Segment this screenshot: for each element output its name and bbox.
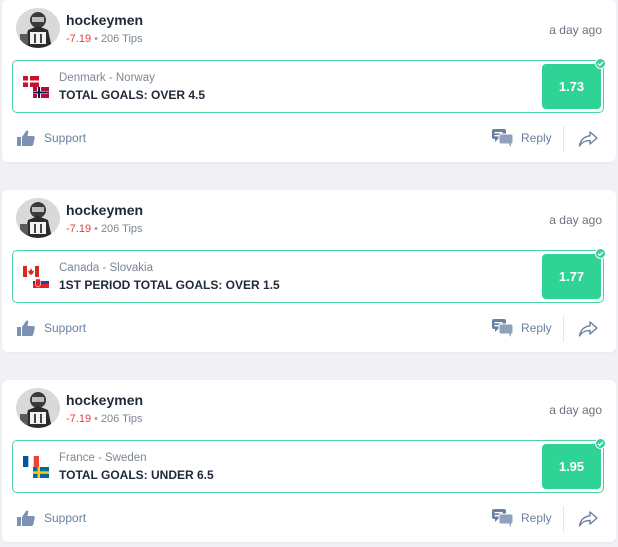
action-divider bbox=[563, 126, 564, 152]
support-label: Support bbox=[44, 511, 87, 525]
match-name: Canada - Slovakia bbox=[59, 262, 153, 274]
flag-sweden-icon bbox=[33, 467, 49, 478]
share-icon[interactable] bbox=[578, 510, 598, 528]
support-label: Support bbox=[44, 131, 87, 145]
tips-count: 206 Tips bbox=[100, 223, 143, 235]
flag-france-icon bbox=[23, 456, 39, 467]
stats-separator: • bbox=[94, 223, 98, 235]
reply-icon bbox=[492, 129, 514, 147]
author-stats: -7.19 • 206 Tips bbox=[66, 413, 143, 425]
flag-denmark-icon bbox=[23, 76, 39, 87]
stats-separator: • bbox=[94, 33, 98, 45]
tip-card: hockeymen -7.19 • 206 Tips a day ago Franc… bbox=[2, 380, 616, 542]
avatar[interactable] bbox=[16, 198, 60, 238]
pick-box[interactable]: Canada - Slovakia 1ST PERIOD TOTAL GOALS… bbox=[12, 248, 606, 303]
match-name: France - Sweden bbox=[59, 452, 147, 464]
match-name: Denmark - Norway bbox=[59, 72, 155, 84]
thumbs-up-icon bbox=[17, 510, 35, 526]
support-button[interactable]: Support bbox=[16, 318, 86, 338]
post-time: a day ago bbox=[549, 213, 602, 227]
pick-box[interactable]: Denmark - Norway TOTAL GOALS: OVER 4.5 1… bbox=[12, 58, 606, 113]
reply-button[interactable]: Reply bbox=[492, 508, 552, 528]
check-icon bbox=[595, 438, 606, 449]
tip-card: hockeymen -7.19 • 206 Tips a day ago Denma… bbox=[2, 0, 616, 162]
reply-button[interactable]: Reply bbox=[492, 318, 552, 338]
odds-button[interactable]: 1.77 bbox=[542, 254, 601, 299]
avatar[interactable] bbox=[16, 388, 60, 428]
odds-button[interactable]: 1.95 bbox=[542, 444, 601, 489]
profit-value: -7.19 bbox=[66, 413, 92, 425]
check-icon bbox=[595, 248, 606, 259]
support-label: Support bbox=[44, 321, 87, 335]
avatar-image bbox=[16, 8, 60, 48]
match-flags bbox=[23, 266, 49, 288]
match-flags bbox=[23, 456, 49, 478]
action-divider bbox=[563, 316, 564, 342]
stats-separator: • bbox=[94, 413, 98, 425]
author-name[interactable]: hockeymen bbox=[66, 202, 143, 218]
author-name[interactable]: hockeymen bbox=[66, 12, 143, 28]
avatar[interactable] bbox=[16, 8, 60, 48]
post-time: a day ago bbox=[549, 23, 602, 37]
avatar-image bbox=[16, 388, 60, 428]
reply-button[interactable]: Reply bbox=[492, 128, 552, 148]
flag-canada-icon bbox=[23, 266, 39, 277]
market-name: 1ST PERIOD TOTAL GOALS: OVER 1.5 bbox=[59, 278, 280, 292]
thumbs-up-icon bbox=[17, 320, 35, 336]
share-icon[interactable] bbox=[578, 130, 598, 148]
support-button[interactable]: Support bbox=[16, 508, 86, 528]
tips-count: 206 Tips bbox=[100, 413, 143, 425]
support-button[interactable]: Support bbox=[16, 128, 86, 148]
thumbs-up-icon bbox=[17, 130, 35, 146]
reply-label: Reply bbox=[521, 321, 552, 335]
reply-icon bbox=[492, 509, 514, 527]
share-icon[interactable] bbox=[578, 320, 598, 338]
action-divider bbox=[563, 506, 564, 532]
market-name: TOTAL GOALS: UNDER 6.5 bbox=[59, 468, 214, 482]
odds-button[interactable]: 1.73 bbox=[542, 64, 601, 109]
author-stats: -7.19 • 206 Tips bbox=[66, 223, 143, 235]
reply-label: Reply bbox=[521, 131, 552, 145]
pick-box[interactable]: France - Sweden TOTAL GOALS: UNDER 6.5 1… bbox=[12, 438, 606, 493]
reply-label: Reply bbox=[521, 511, 552, 525]
author-stats: -7.19 • 206 Tips bbox=[66, 33, 143, 45]
flag-norway-icon bbox=[33, 87, 49, 98]
post-time: a day ago bbox=[549, 403, 602, 417]
tips-count: 206 Tips bbox=[100, 33, 143, 45]
profit-value: -7.19 bbox=[66, 33, 92, 45]
avatar-image bbox=[16, 198, 60, 238]
check-icon bbox=[595, 58, 606, 69]
tip-card: hockeymen -7.19 • 206 Tips a day ago Canad… bbox=[2, 190, 616, 352]
author-name[interactable]: hockeymen bbox=[66, 392, 143, 408]
reply-icon bbox=[492, 319, 514, 337]
market-name: TOTAL GOALS: OVER 4.5 bbox=[59, 88, 206, 102]
flag-slovakia-icon bbox=[33, 277, 49, 288]
match-flags bbox=[23, 76, 49, 98]
profit-value: -7.19 bbox=[66, 223, 92, 235]
